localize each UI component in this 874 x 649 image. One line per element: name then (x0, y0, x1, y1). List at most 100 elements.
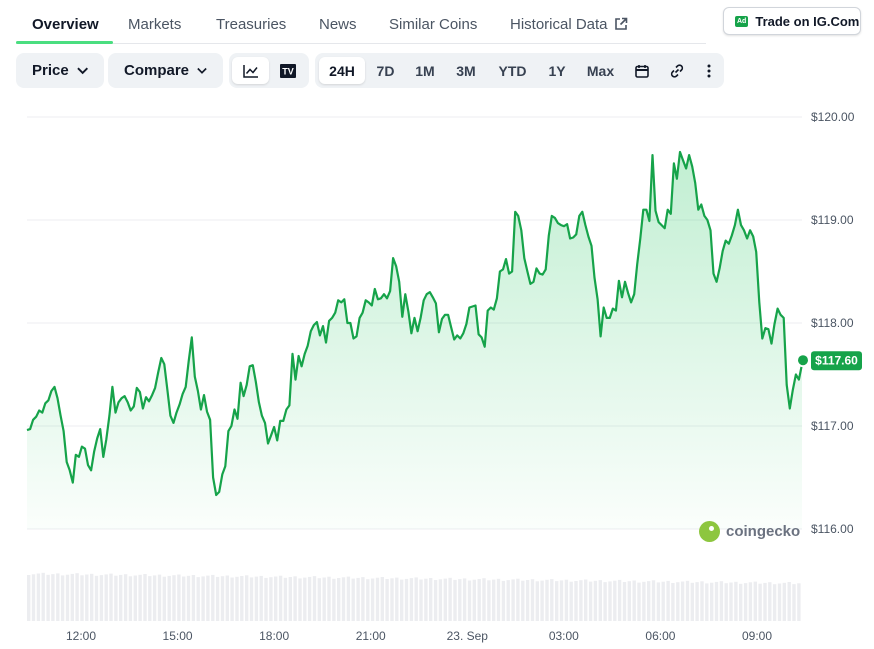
volume-bar (637, 582, 641, 621)
volume-bar (608, 581, 612, 621)
volume-bar (409, 578, 414, 621)
volume-bar (31, 574, 36, 621)
volume-bar (690, 582, 694, 621)
volume-bar (501, 580, 506, 621)
volume-bar (559, 580, 564, 621)
volume-bar (579, 580, 583, 621)
volume-bar (235, 576, 239, 621)
volume-bar (555, 581, 559, 621)
volume-bar (148, 576, 152, 621)
volume-bar (438, 579, 443, 621)
volume-bar (734, 581, 738, 621)
volume-bar (41, 572, 45, 621)
price-area (26, 150, 804, 529)
volume-bar (792, 584, 796, 621)
volume-bar (613, 580, 617, 621)
volume-bar (516, 578, 520, 621)
volume-bar (56, 573, 60, 621)
volume-bar (322, 577, 326, 621)
volume-bar (245, 575, 249, 621)
volume-bar (603, 582, 607, 621)
volume-bar (453, 579, 457, 621)
volume-bar (133, 575, 137, 621)
volume-bar (114, 575, 118, 621)
volume-bar (647, 581, 651, 621)
volume-bar (710, 582, 714, 621)
volume-bar (414, 577, 418, 621)
current-price-tag: $117.60 (796, 351, 862, 371)
volume-bar (443, 578, 447, 621)
volume-bar (46, 574, 50, 621)
volume-bar (206, 575, 210, 621)
volume-bar (574, 581, 578, 621)
volume-bar (99, 575, 104, 621)
volume-bar (288, 577, 292, 621)
volume-bar (632, 580, 636, 621)
volume-bar (167, 575, 171, 621)
volume-bar (128, 576, 133, 621)
volume-bar (366, 579, 370, 621)
volume-bar (545, 579, 549, 621)
volume-bar (685, 580, 690, 621)
coingecko-watermark: coingecko (699, 521, 800, 542)
volume-bar (462, 578, 467, 621)
current-price-dot (796, 353, 810, 368)
volume-bar (152, 575, 157, 621)
volume-bar (385, 579, 389, 621)
volume-bar (51, 574, 55, 621)
volume-bar (666, 580, 670, 621)
volume-bar (700, 581, 704, 621)
y-axis-labels: $116.00 $117.00 $118.00 $119.00 $120.00 (811, 110, 855, 536)
volume-bar (215, 576, 220, 621)
volume-bar (521, 580, 525, 621)
volume-bar (230, 577, 234, 621)
x-tick-label: 23. Sep (447, 629, 489, 643)
volume-bar (254, 576, 259, 621)
volume-bar (346, 576, 351, 621)
volume-bar (186, 575, 191, 621)
volume-bar (748, 582, 753, 621)
volume-bar (240, 576, 244, 621)
volume-bar (356, 577, 360, 621)
volume-bar (274, 576, 278, 621)
volume-bar (138, 574, 142, 621)
volume-bar (617, 579, 622, 621)
volume-bar (506, 580, 510, 621)
volume-bar (535, 581, 539, 621)
volume-bar (312, 576, 317, 621)
volume-bar (375, 577, 380, 621)
volume-bar (622, 582, 627, 621)
y-tick-label: $120.00 (811, 110, 855, 124)
x-tick-label: 06:00 (645, 629, 675, 643)
y-tick-label: $117.00 (811, 419, 854, 433)
volume-bar (540, 580, 544, 621)
volume-bar (569, 581, 573, 621)
volume-bar (225, 575, 229, 621)
x-tick-label: 03:00 (549, 629, 579, 643)
volume-bar (201, 576, 205, 621)
volume-bar (714, 581, 719, 621)
volume-bar (172, 575, 176, 621)
volume-bar (123, 574, 128, 621)
volume-bar (162, 576, 166, 621)
volume-bar (75, 573, 79, 621)
volume-bar (36, 573, 41, 621)
volume-bar (743, 583, 748, 621)
volume-bar (104, 574, 108, 621)
volume-bar (177, 574, 181, 621)
price-area-fill (27, 152, 802, 529)
volume-bar (211, 574, 215, 621)
volume-bar (341, 577, 346, 621)
volume-bar (404, 578, 409, 621)
volume-bar (80, 575, 84, 621)
volume-bar (763, 582, 767, 621)
volume-bar (370, 578, 375, 621)
volume-bar (264, 577, 268, 621)
volume-bar (719, 581, 724, 621)
y-tick-label: $118.00 (811, 316, 854, 330)
volume-bar (525, 580, 530, 621)
volume-bar (593, 580, 598, 621)
volume-bar (337, 578, 341, 621)
x-tick-label: 21:00 (356, 629, 386, 643)
volume-bar (477, 579, 481, 621)
